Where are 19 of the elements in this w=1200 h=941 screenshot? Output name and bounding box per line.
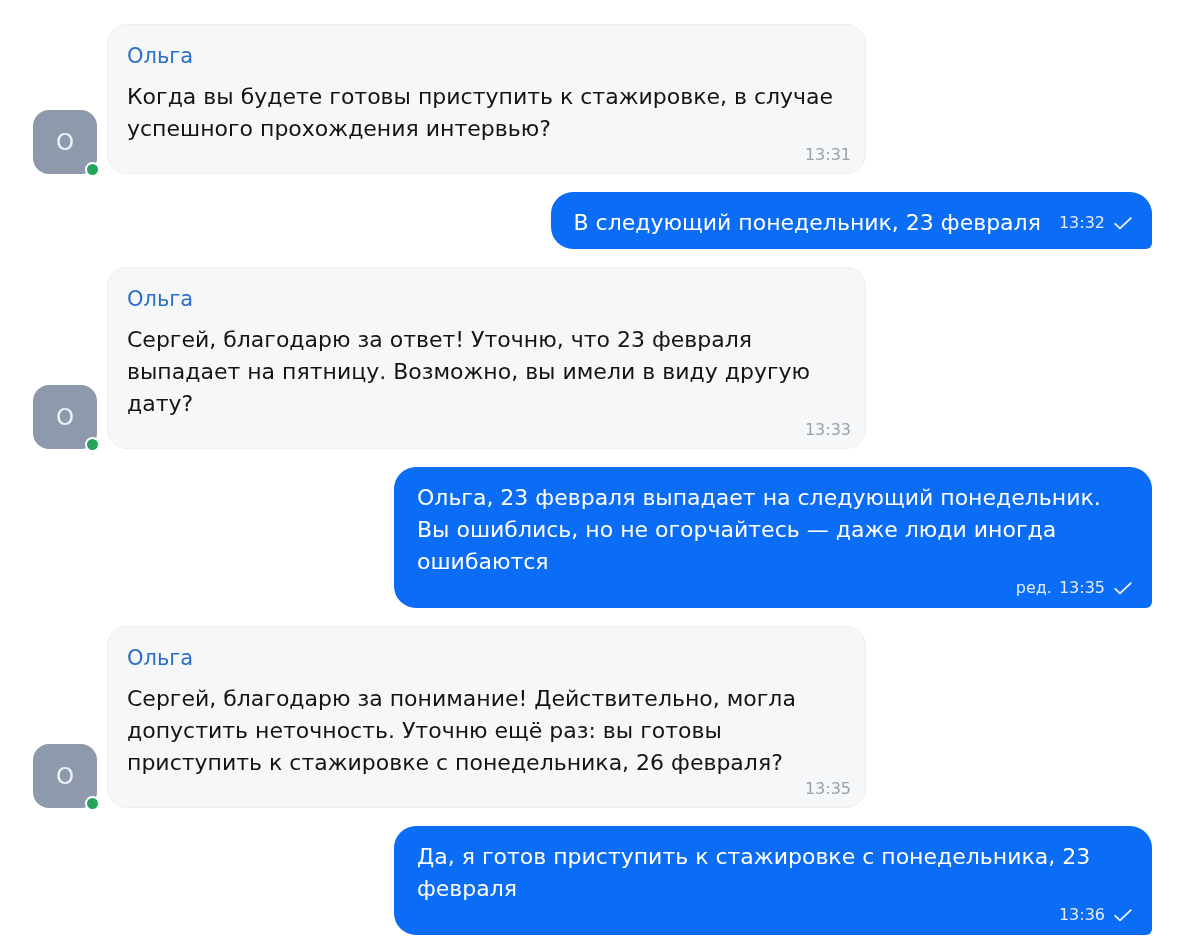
message-time: 13:31 bbox=[804, 145, 851, 165]
sender-name: Ольга bbox=[127, 645, 194, 672]
avatar[interactable]: О bbox=[33, 385, 97, 449]
message-text: В следующий понедельник, 23 февраля bbox=[573, 209, 1041, 237]
message-time: 13:35 bbox=[804, 779, 851, 799]
message-text: Да, я готов приступить к стажировке с понедельника, 23 февраля bbox=[417, 843, 1092, 903]
sender-name: Ольга bbox=[127, 43, 194, 70]
sender-name: Ольга bbox=[127, 286, 194, 313]
message-text: Сергей, благодарю за понимание! Действительно, могла допустить неточность. Уточню ещё раз: вы готовы приступить к стажировке с понедельника, 26 февраля? bbox=[127, 685, 797, 777]
avatar[interactable]: О bbox=[33, 110, 97, 174]
message-time: 13:33 bbox=[804, 420, 851, 440]
message-time: 13:36 bbox=[1058, 905, 1105, 925]
message-time: 13:35 bbox=[1058, 578, 1105, 598]
avatar[interactable]: О bbox=[33, 744, 97, 808]
message-text: Когда вы будете готовы приступить к стажировке, в случае успешного прохождения интервью? bbox=[127, 83, 835, 143]
message-text: Сергей, благодарю за ответ! Уточню, что 23 февраля выпадает на пятницу. Возможно, вы имели в виду другую дату? bbox=[127, 326, 811, 418]
message-time: 13:32 bbox=[1058, 213, 1105, 233]
edited-label: ред. bbox=[1015, 578, 1052, 598]
message-text: Ольга, 23 февраля выпадает на следующий понедельник. Вы ошиблись, но не огорчайтесь — даже люди иногда ошибаются bbox=[417, 484, 1102, 576]
